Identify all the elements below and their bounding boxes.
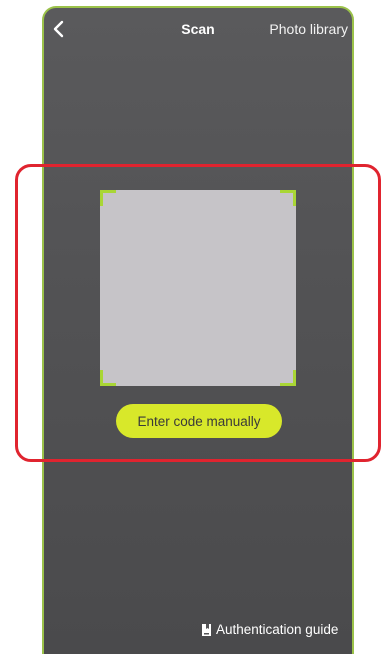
frame-corner-top-right [280,190,296,206]
photo-library-button[interactable]: Photo library [269,21,348,37]
enter-code-manually-button[interactable]: Enter code manually [116,404,282,438]
authentication-guide-link[interactable]: Authentication guide [201,622,338,637]
authentication-guide-label: Authentication guide [216,622,339,637]
frame-corner-top-left [100,190,116,206]
frame-corner-bottom-left [100,370,116,386]
top-bar: Scan Photo library [44,8,352,52]
page: Scan Photo library Authentication guide … [0,0,385,654]
scan-frame [100,190,296,386]
frame-corner-bottom-right [280,370,296,386]
back-button[interactable] [48,18,70,40]
chevron-left-icon [53,20,64,38]
book-icon [201,623,213,637]
